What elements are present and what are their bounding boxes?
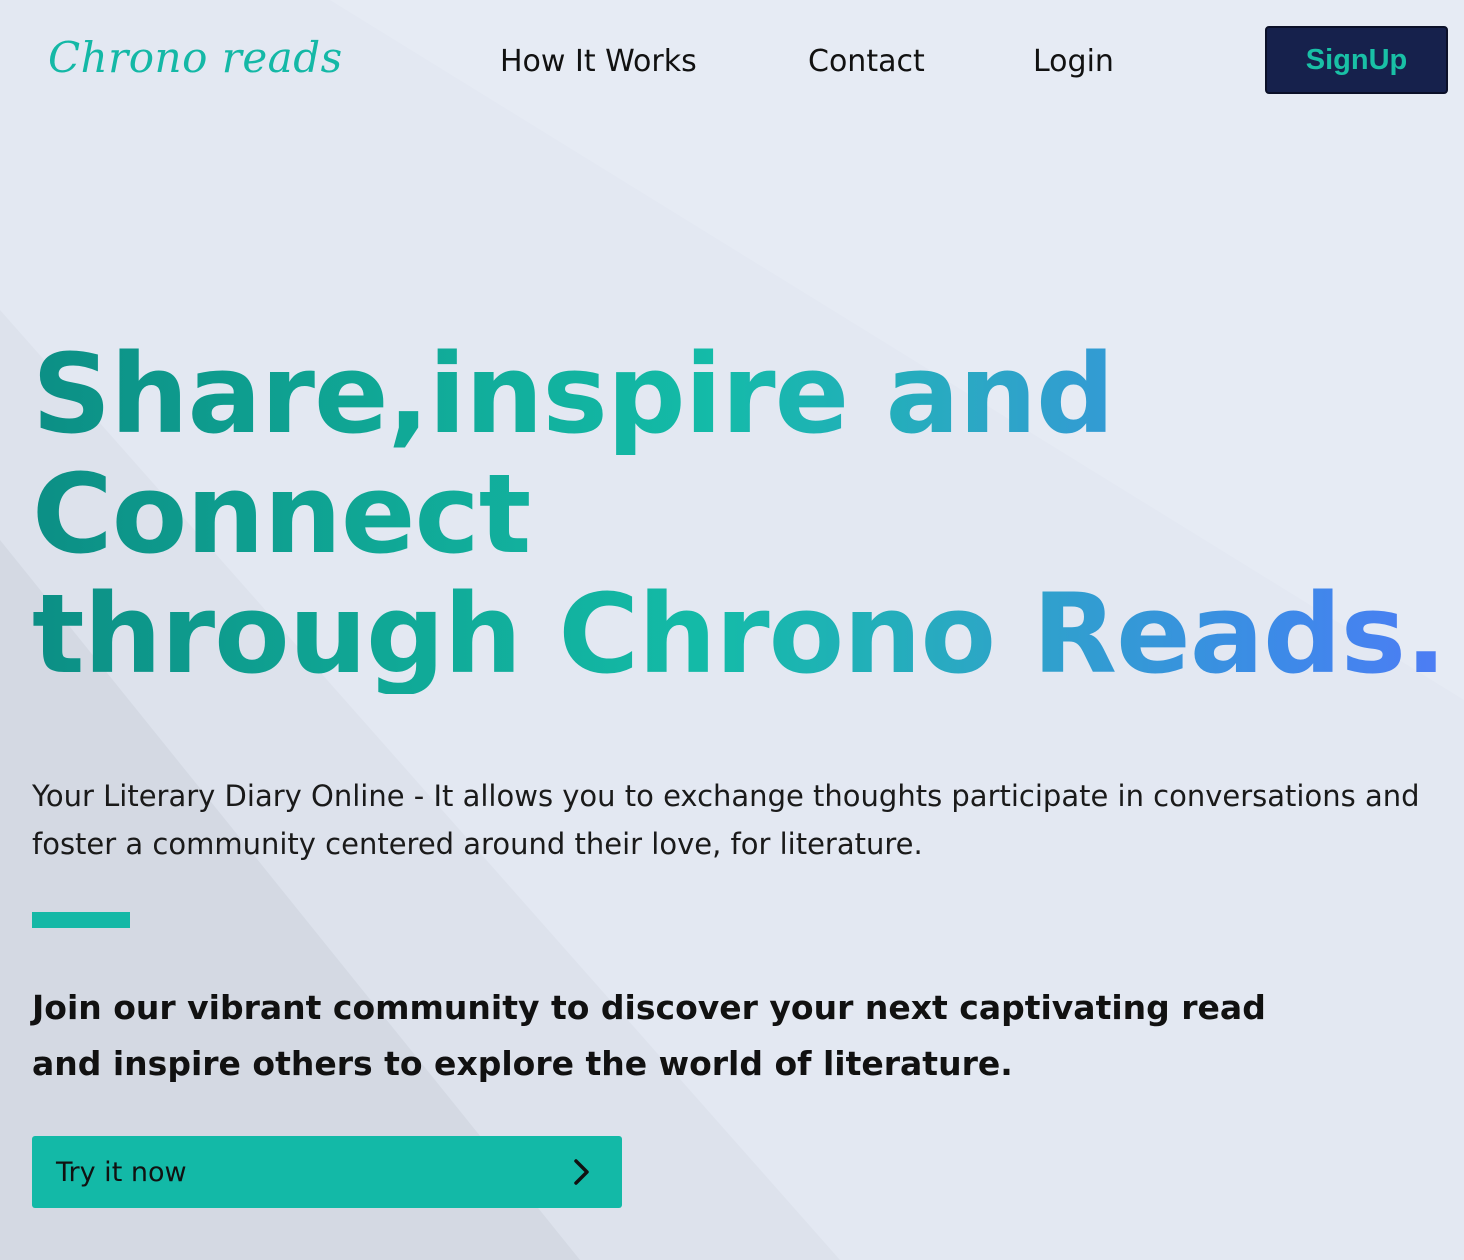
try-it-now-button[interactable]: Try it now bbox=[32, 1136, 622, 1208]
hero-headline-line: Connect bbox=[32, 450, 531, 578]
nav-link-how-it-works[interactable]: How It Works bbox=[500, 40, 697, 84]
try-it-now-label: Try it now bbox=[56, 1156, 187, 1188]
join-text-line: and inspire others to explore the world … bbox=[32, 1044, 1013, 1083]
accent-divider bbox=[32, 912, 130, 928]
join-text-line: Join our vibrant community to discover y… bbox=[32, 988, 1266, 1027]
join-text: Join our vibrant community to discover y… bbox=[32, 980, 1266, 1092]
brand-logo[interactable]: Chrono reads bbox=[48, 30, 343, 86]
signup-button[interactable]: SignUp bbox=[1265, 26, 1448, 94]
nav-link-contact[interactable]: Contact bbox=[808, 40, 925, 84]
hero-headline: Share,inspire and Connect through Chrono… bbox=[32, 334, 1452, 694]
hero-headline-line: Share,inspire and bbox=[32, 330, 1114, 458]
hero-headline-line: through Chrono Reads. bbox=[32, 570, 1446, 698]
nav-link-login[interactable]: Login bbox=[1033, 40, 1114, 84]
hero-description: Your Literary Diary Online - It allows y… bbox=[32, 779, 1420, 861]
page: Chrono reads How It Works Contact Login … bbox=[0, 0, 1464, 1260]
chevron-right-icon bbox=[572, 1158, 592, 1186]
